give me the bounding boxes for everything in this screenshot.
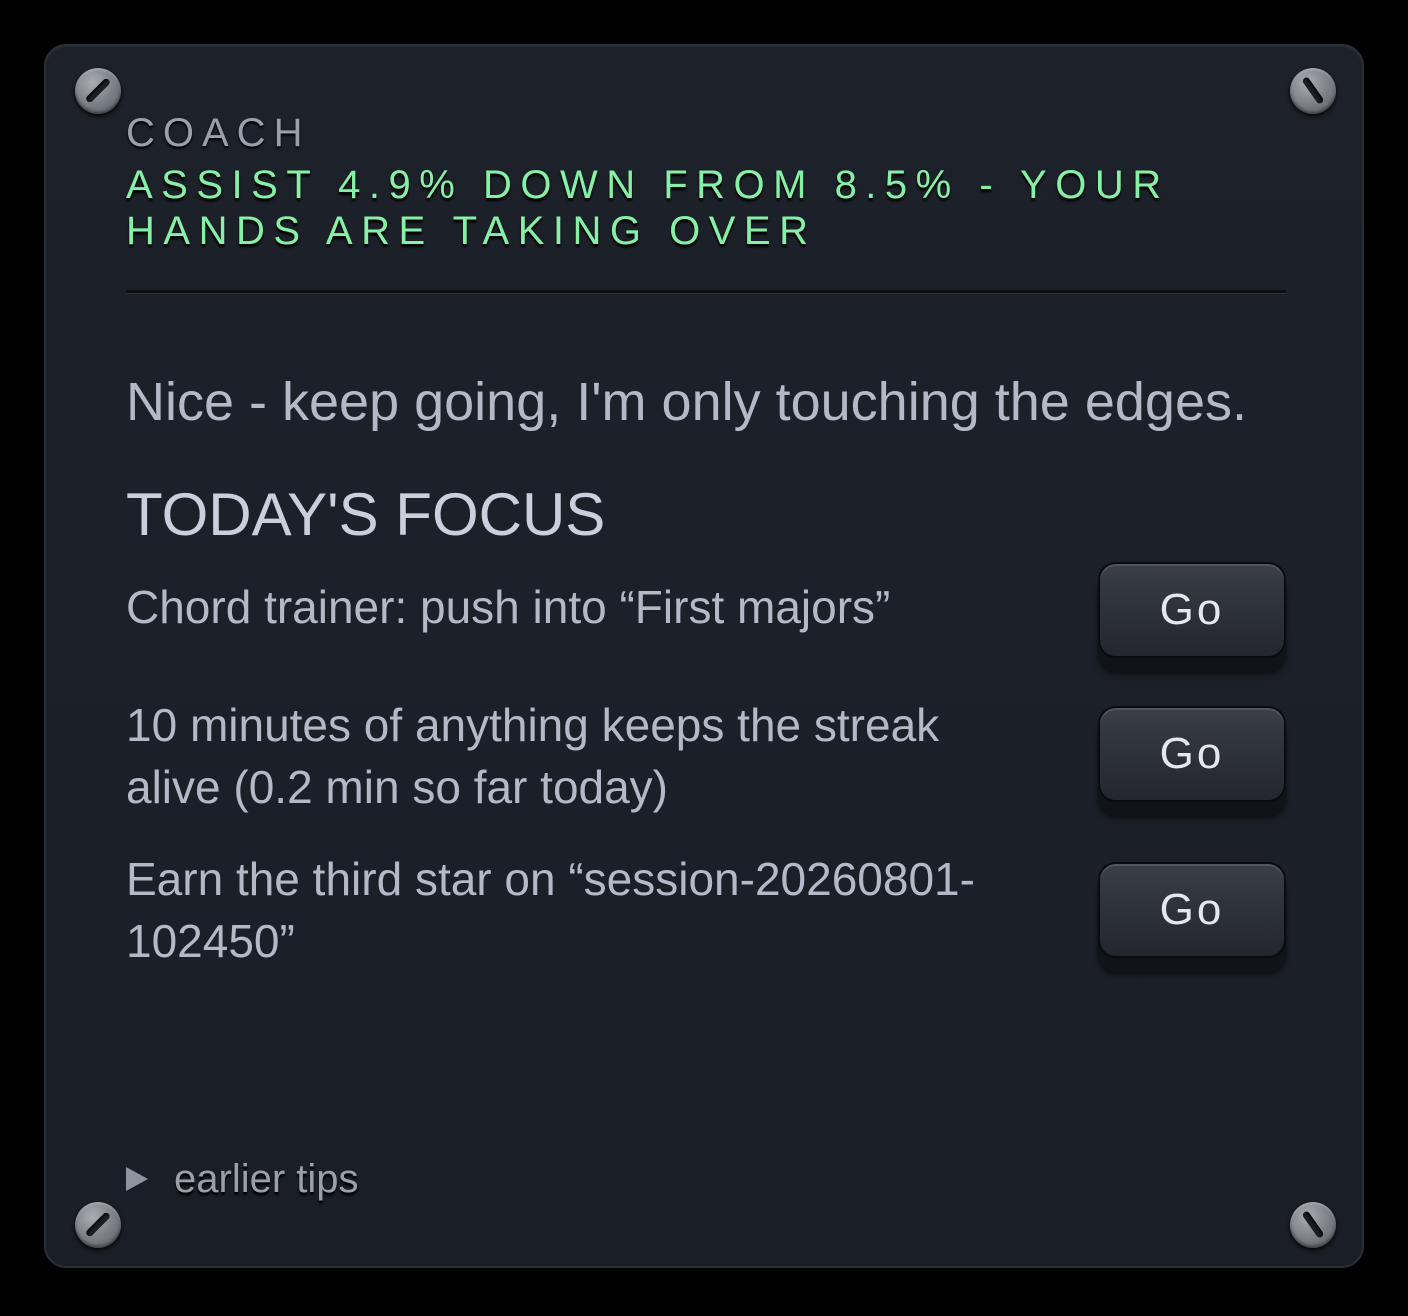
earlier-tips-label: earlier tips (174, 1157, 359, 1201)
focus-item: Chord trainer: push into “First majors” … (126, 562, 1286, 682)
go-button[interactable]: Go (1098, 862, 1286, 958)
focus-heading: TODAY'S FOCUS (126, 481, 606, 548)
focus-list: Chord trainer: push into “First majors” … (126, 562, 1286, 968)
assist-status: ASSIST 4.9% DOWN FROM 8.5% - YOUR HANDS … (126, 163, 1170, 253)
focus-item-text: Earn the third star on “session-20260801… (126, 853, 975, 967)
focus-item: 10 minutes of anything keeps the streak … (126, 682, 1286, 838)
earlier-tips-toggle[interactable]: earlier tips (126, 1154, 359, 1204)
coach-panel: COACH ASSIST 4.9% DOWN FROM 8.5% - YOUR … (44, 44, 1364, 1268)
coach-content: COACH ASSIST 4.9% DOWN FROM 8.5% - YOUR … (126, 110, 1286, 968)
focus-item-text: Chord trainer: push into “First majors” (126, 581, 891, 633)
focus-item-text: 10 minutes of anything keeps the streak … (126, 699, 940, 813)
focus-item: Earn the third star on “session-20260801… (126, 838, 1286, 968)
divider (126, 290, 1286, 294)
go-button[interactable]: Go (1098, 706, 1286, 802)
section-label: COACH (126, 111, 311, 155)
screw-icon (75, 1202, 121, 1248)
disclosure-triangle-right-icon (126, 1167, 148, 1191)
screw-icon (1290, 1202, 1336, 1248)
coach-message: Nice - keep going, I'm only touching the… (126, 372, 1247, 432)
screw-icon (75, 68, 121, 114)
go-button[interactable]: Go (1098, 562, 1286, 658)
screw-icon (1290, 68, 1336, 114)
